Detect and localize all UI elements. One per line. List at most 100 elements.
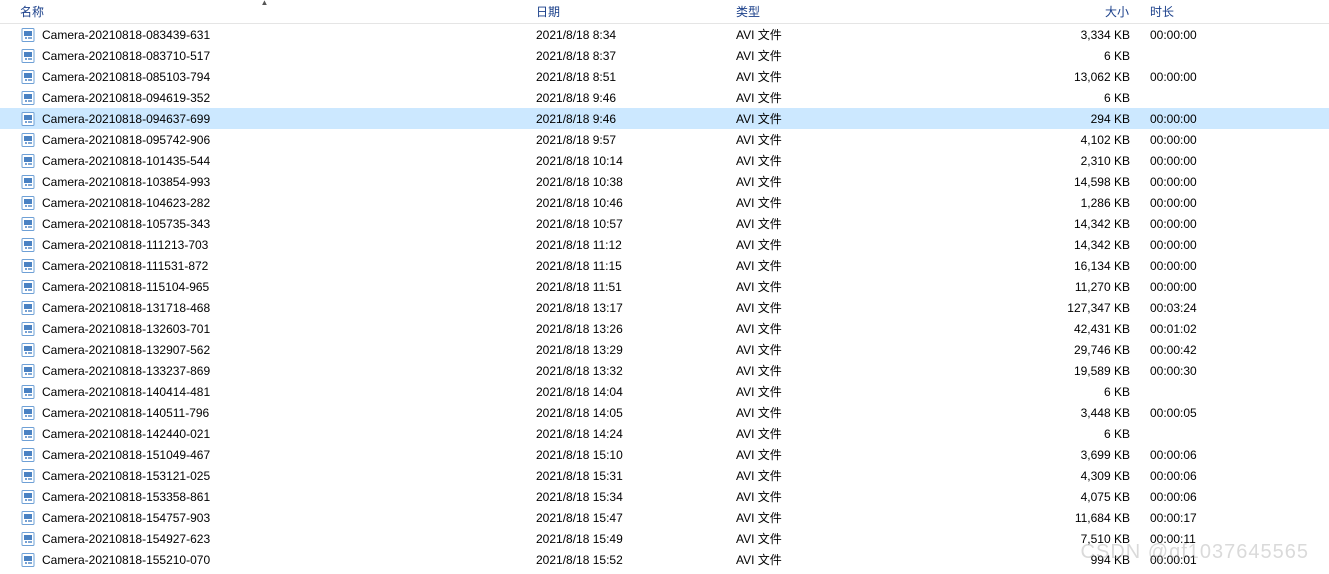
file-name-cell[interactable]: Camera-20210818-154757-903 — [0, 510, 530, 526]
file-name-cell[interactable]: Camera-20210818-133237-869 — [0, 363, 530, 379]
file-type-cell: AVI 文件 — [730, 509, 880, 526]
file-row[interactable]: Camera-20210818-151049-4672021/8/18 15:1… — [0, 444, 1329, 465]
file-name-cell[interactable]: Camera-20210818-094637-699 — [0, 111, 530, 127]
file-size-cell: 11,270 KB — [880, 280, 1140, 294]
file-name-cell[interactable]: Camera-20210818-094619-352 — [0, 90, 530, 106]
file-size-cell: 13,062 KB — [880, 70, 1140, 84]
file-name-cell[interactable]: Camera-20210818-083710-517 — [0, 48, 530, 64]
file-size-cell: 4,102 KB — [880, 133, 1140, 147]
file-row[interactable]: Camera-20210818-101435-5442021/8/18 10:1… — [0, 150, 1329, 171]
column-header-duration[interactable]: 时长 — [1140, 0, 1320, 23]
file-date-cell: 2021/8/18 10:14 — [530, 154, 730, 168]
column-header-date[interactable]: 日期 — [530, 0, 730, 23]
file-duration-cell: 00:00:00 — [1140, 238, 1320, 252]
file-row[interactable]: Camera-20210818-094619-3522021/8/18 9:46… — [0, 87, 1329, 108]
file-row[interactable]: Camera-20210818-140414-4812021/8/18 14:0… — [0, 381, 1329, 402]
column-header-size[interactable]: 大小 — [880, 0, 1140, 23]
file-date-cell: 2021/8/18 13:26 — [530, 322, 730, 336]
file-size-cell: 2,310 KB — [880, 154, 1140, 168]
file-type-cell: AVI 文件 — [730, 488, 880, 505]
file-duration-cell: 00:00:06 — [1140, 490, 1320, 504]
file-name-cell[interactable]: Camera-20210818-095742-906 — [0, 132, 530, 148]
video-file-icon — [20, 111, 36, 127]
file-name-cell[interactable]: Camera-20210818-142440-021 — [0, 426, 530, 442]
file-row[interactable]: Camera-20210818-105735-3432021/8/18 10:5… — [0, 213, 1329, 234]
file-name-cell[interactable]: Camera-20210818-085103-794 — [0, 69, 530, 85]
file-type-cell: AVI 文件 — [730, 404, 880, 421]
file-type-cell: AVI 文件 — [730, 89, 880, 106]
file-name-label: Camera-20210818-155210-070 — [42, 553, 210, 567]
file-row[interactable]: Camera-20210818-104623-2822021/8/18 10:4… — [0, 192, 1329, 213]
file-row[interactable]: Camera-20210818-083710-5172021/8/18 8:37… — [0, 45, 1329, 66]
file-type-cell: AVI 文件 — [730, 530, 880, 547]
file-date-cell: 2021/8/18 14:24 — [530, 427, 730, 441]
file-name-cell[interactable]: Camera-20210818-103854-993 — [0, 174, 530, 190]
video-file-icon — [20, 510, 36, 526]
video-file-icon — [20, 384, 36, 400]
file-name-cell[interactable]: Camera-20210818-131718-468 — [0, 300, 530, 316]
file-row[interactable]: Camera-20210818-131718-4682021/8/18 13:1… — [0, 297, 1329, 318]
file-row[interactable]: Camera-20210818-153121-0252021/8/18 15:3… — [0, 465, 1329, 486]
file-date-cell: 2021/8/18 10:46 — [530, 196, 730, 210]
file-type-cell: AVI 文件 — [730, 47, 880, 64]
file-row[interactable]: Camera-20210818-142440-0212021/8/18 14:2… — [0, 423, 1329, 444]
file-duration-cell: 00:00:00 — [1140, 175, 1320, 189]
file-row[interactable]: Camera-20210818-155210-0702021/8/18 15:5… — [0, 549, 1329, 570]
file-name-cell[interactable]: Camera-20210818-153358-861 — [0, 489, 530, 505]
file-name-cell[interactable]: Camera-20210818-101435-544 — [0, 153, 530, 169]
file-duration-cell: 00:00:11 — [1140, 532, 1320, 546]
file-row[interactable]: Camera-20210818-133237-8692021/8/18 13:3… — [0, 360, 1329, 381]
file-row[interactable]: Camera-20210818-154757-9032021/8/18 15:4… — [0, 507, 1329, 528]
file-name-cell[interactable]: Camera-20210818-140511-796 — [0, 405, 530, 421]
column-header-duration-label: 时长 — [1150, 3, 1174, 20]
file-name-cell[interactable]: Camera-20210818-140414-481 — [0, 384, 530, 400]
video-file-icon — [20, 174, 36, 190]
file-name-cell[interactable]: Camera-20210818-132603-701 — [0, 321, 530, 337]
file-duration-cell: 00:03:24 — [1140, 301, 1320, 315]
file-name-cell[interactable]: Camera-20210818-155210-070 — [0, 552, 530, 568]
file-name-cell[interactable]: Camera-20210818-111531-872 — [0, 258, 530, 274]
video-file-icon — [20, 342, 36, 358]
file-size-cell: 4,309 KB — [880, 469, 1140, 483]
file-row[interactable]: Camera-20210818-095742-9062021/8/18 9:57… — [0, 129, 1329, 150]
file-name-label: Camera-20210818-083710-517 — [42, 49, 210, 63]
file-name-cell[interactable]: Camera-20210818-153121-025 — [0, 468, 530, 484]
file-row[interactable]: Camera-20210818-132907-5622021/8/18 13:2… — [0, 339, 1329, 360]
file-duration-cell: 00:00:06 — [1140, 448, 1320, 462]
file-date-cell: 2021/8/18 11:12 — [530, 238, 730, 252]
file-size-cell: 294 KB — [880, 112, 1140, 126]
file-name-cell[interactable]: Camera-20210818-083439-631 — [0, 27, 530, 43]
file-name-cell[interactable]: Camera-20210818-132907-562 — [0, 342, 530, 358]
sort-indicator-icon: ▲ — [261, 0, 269, 7]
file-row[interactable]: Camera-20210818-153358-8612021/8/18 15:3… — [0, 486, 1329, 507]
file-row[interactable]: Camera-20210818-083439-6312021/8/18 8:34… — [0, 24, 1329, 45]
file-row[interactable]: Camera-20210818-140511-7962021/8/18 14:0… — [0, 402, 1329, 423]
file-name-label: Camera-20210818-132907-562 — [42, 343, 210, 357]
file-row[interactable]: Camera-20210818-103854-9932021/8/18 10:3… — [0, 171, 1329, 192]
video-file-icon — [20, 531, 36, 547]
file-duration-cell: 00:00:00 — [1140, 133, 1320, 147]
file-name-cell[interactable]: Camera-20210818-105735-343 — [0, 216, 530, 232]
file-row[interactable]: Camera-20210818-094637-6992021/8/18 9:46… — [0, 108, 1329, 129]
file-name-cell[interactable]: Camera-20210818-104623-282 — [0, 195, 530, 211]
file-row[interactable]: Camera-20210818-132603-7012021/8/18 13:2… — [0, 318, 1329, 339]
file-name-cell[interactable]: Camera-20210818-151049-467 — [0, 447, 530, 463]
file-duration-cell: 00:00:00 — [1140, 154, 1320, 168]
video-file-icon — [20, 321, 36, 337]
file-size-cell: 29,746 KB — [880, 343, 1140, 357]
column-header-name[interactable]: 名称 ▲ — [0, 0, 530, 23]
file-duration-cell: 00:00:00 — [1140, 28, 1320, 42]
file-date-cell: 2021/8/18 9:46 — [530, 112, 730, 126]
file-row[interactable]: Camera-20210818-085103-7942021/8/18 8:51… — [0, 66, 1329, 87]
column-header-type[interactable]: 类型 — [730, 0, 880, 23]
file-row[interactable]: Camera-20210818-154927-6232021/8/18 15:4… — [0, 528, 1329, 549]
file-row[interactable]: Camera-20210818-111213-7032021/8/18 11:1… — [0, 234, 1329, 255]
file-row[interactable]: Camera-20210818-111531-8722021/8/18 11:1… — [0, 255, 1329, 276]
file-date-cell: 2021/8/18 14:04 — [530, 385, 730, 399]
file-duration-cell: 00:00:00 — [1140, 112, 1320, 126]
file-type-cell: AVI 文件 — [730, 383, 880, 400]
file-row[interactable]: Camera-20210818-115104-9652021/8/18 11:5… — [0, 276, 1329, 297]
file-name-cell[interactable]: Camera-20210818-111213-703 — [0, 237, 530, 253]
file-name-cell[interactable]: Camera-20210818-115104-965 — [0, 279, 530, 295]
file-name-cell[interactable]: Camera-20210818-154927-623 — [0, 531, 530, 547]
